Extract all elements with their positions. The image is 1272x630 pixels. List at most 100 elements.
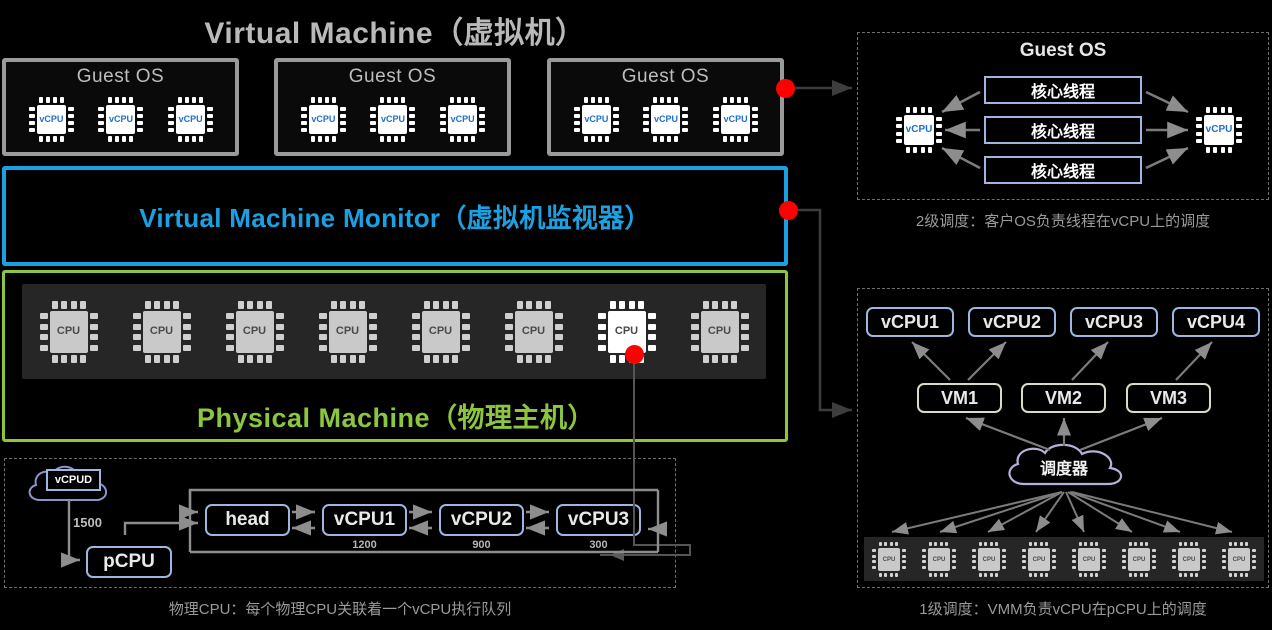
chip-pin: [51, 354, 58, 363]
chip-pin: [185, 97, 190, 103]
chip-pin: [70, 300, 77, 309]
vcpu-chip-icon: vCPU: [165, 94, 215, 144]
physical-cpu-chip: CPU: [687, 296, 753, 368]
chip-pin: [67, 128, 74, 132]
chip-pin: [387, 97, 392, 103]
chip-pin: [39, 323, 48, 330]
chip-pin: [122, 136, 127, 142]
chip-pin: [237, 300, 244, 309]
chip-pin: [1172, 566, 1176, 569]
chip-pin: [1172, 560, 1176, 563]
chip-pin: [1234, 542, 1237, 546]
chip-pin: [199, 97, 204, 103]
virtual-machine-title: Virtual Machine（虚拟机）: [204, 17, 586, 50]
chip-pin: [890, 542, 893, 546]
vcpu-chip-icon: vCPU: [571, 94, 621, 144]
chip-pin: [324, 97, 329, 103]
chip-pin: [1095, 542, 1098, 546]
chip-pin: [1022, 560, 1026, 563]
chip-pin: [339, 107, 346, 111]
chip-core-label: vCPU: [1204, 115, 1234, 145]
chip-pin: [318, 344, 327, 351]
chip-core-label: CPU: [142, 310, 181, 353]
chip-pin: [667, 136, 672, 142]
chip-pin: [921, 147, 925, 153]
chip-pin: [1245, 542, 1248, 546]
chip-pin: [129, 136, 134, 142]
chip-pin: [246, 300, 253, 309]
chip-pin: [330, 300, 337, 309]
chip-pin: [972, 555, 976, 558]
chip-pin: [1245, 573, 1248, 577]
chip-pin: [1040, 573, 1043, 577]
chip-core-label: CPU: [928, 548, 950, 571]
vmm-vcpu-box-1: vCPU1: [866, 307, 954, 337]
chip-core-label: CPU: [1028, 548, 1050, 571]
guest-os-label: Guest OS: [76, 66, 165, 87]
chip-pin: [60, 300, 67, 309]
chip-pin: [115, 136, 120, 142]
chip-pin: [1172, 555, 1176, 558]
chip-pin: [1222, 560, 1226, 563]
kernel-thread-box-3: 核心线程: [984, 156, 1142, 184]
chip-pin: [451, 354, 458, 363]
chip-pin: [690, 323, 699, 330]
chip-pin: [740, 312, 749, 319]
chip-pin: [723, 97, 728, 103]
chip-pin: [331, 136, 336, 142]
chip-pin: [370, 128, 377, 132]
chip-pin: [39, 333, 48, 340]
chip-pin: [1206, 107, 1210, 113]
chip-pin: [1236, 139, 1242, 143]
chip-pin: [609, 300, 616, 309]
chip-pin: [330, 354, 337, 363]
chip-pin: [682, 121, 689, 125]
chip-pin: [744, 136, 749, 142]
chip-pin: [740, 333, 749, 340]
chip-pin: [451, 300, 458, 309]
chip-pin: [972, 566, 976, 569]
chip-core-label: CPU: [328, 310, 367, 353]
chip-pin: [1222, 555, 1226, 558]
chip-pin: [1206, 147, 1210, 153]
chip-pin: [310, 97, 315, 103]
chip-pin: [995, 542, 998, 546]
chip-pin: [936, 117, 942, 121]
guest-os-box-3: Guest OS vCPU vCPU vCPU: [547, 58, 784, 156]
chip-pin: [879, 573, 882, 577]
chip-pin: [872, 555, 876, 558]
chip-pin: [370, 114, 377, 118]
chip-pin: [137, 114, 144, 118]
chip-pin: [1140, 542, 1143, 546]
physical-cpu-chip: CPU: [970, 539, 1008, 579]
chip-pin: [896, 139, 902, 143]
physical-cpu-chip: CPU: [36, 296, 102, 368]
chip-pin: [1202, 549, 1206, 552]
chip-pin: [153, 300, 160, 309]
chip-pin: [67, 114, 74, 118]
chip-pin: [872, 549, 876, 552]
chip-pin: [597, 333, 606, 340]
chip-pin: [1190, 542, 1193, 546]
chip-core-label: vCPU: [378, 105, 408, 134]
chip-pin: [690, 344, 699, 351]
chip-pin: [667, 97, 672, 103]
vcpu-chip-icon: vCPU: [298, 94, 348, 144]
vm-box-3: VM3: [1126, 383, 1211, 413]
chip-pin: [952, 566, 956, 569]
virtual-machine-monitor-title: Virtual Machine Monitor（虚拟机监视器）: [139, 203, 651, 233]
chip-pin: [300, 114, 307, 118]
chip-pin: [1196, 124, 1202, 128]
chip-pin: [618, 354, 625, 363]
chip-pin: [929, 542, 932, 546]
chip-pin: [711, 354, 718, 363]
physical-cpu-chip: CPU: [1070, 539, 1108, 579]
chip-pin: [902, 555, 906, 558]
marker-dot-vmm: [779, 201, 798, 220]
chip-pin: [1129, 573, 1132, 577]
chip-core-label: CPU: [421, 310, 460, 353]
chip-pin: [702, 354, 709, 363]
vcpu-chip: vCPU: [367, 94, 417, 149]
chip-pin: [98, 107, 105, 111]
chip-pin: [432, 300, 439, 309]
